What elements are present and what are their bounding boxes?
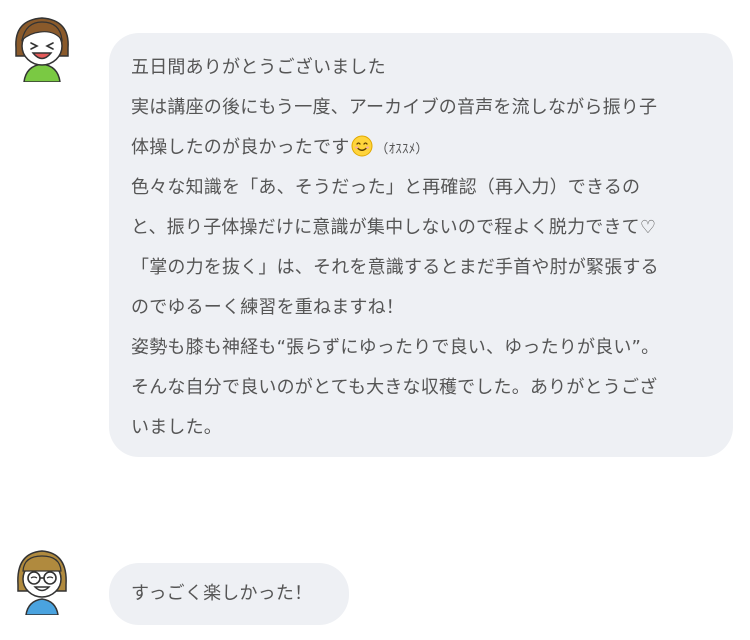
message-line: そんな自分で良いのがとても大きな収穫でした。ありがとうござ — [131, 377, 658, 398]
reply-avatar-icon — [10, 545, 74, 615]
message-line: 色々な知識を「あ、そうだった」と再確認（再入力）できるの — [131, 177, 641, 198]
message-line-text: 体操したのが良かったです — [131, 137, 350, 158]
message-bubble: 五日間ありがとうございました 実は講座の後にもう一度、アーカイブの音声を流しなが… — [109, 33, 733, 457]
message-line: 姿勢も膝も神経も“張らずにゆったりで良い、ゆったりが良い”。 — [131, 337, 660, 358]
message-line: 「掌の力を抜く」は、それを意識するとまだ手首や肘が緊張する — [131, 257, 659, 278]
smiling-face-emoji-icon — [351, 132, 373, 157]
message-line: と、振り子体操だけに意識が集中しないので程よく脱力できて♡ — [131, 217, 657, 238]
user-avatar-icon — [10, 12, 74, 82]
message-line: いました。 — [131, 417, 222, 438]
message-line: 実は講座の後にもう一度、アーカイブの音声を流しながら振り子 — [131, 97, 658, 118]
message-text: すっごく楽しかった！ — [131, 583, 313, 604]
message-line: のでゆるーく練習を重ねますね！ — [131, 297, 404, 318]
message-line-with-emoji: 体操したのが良かったです （ｵｽｽﾒ） — [131, 128, 715, 168]
message-bubble: すっごく楽しかった！ — [109, 563, 349, 625]
message-line: 五日間ありがとうございました — [131, 57, 386, 78]
message-line-suffix: （ｵｽｽﾒ） — [375, 142, 429, 157]
